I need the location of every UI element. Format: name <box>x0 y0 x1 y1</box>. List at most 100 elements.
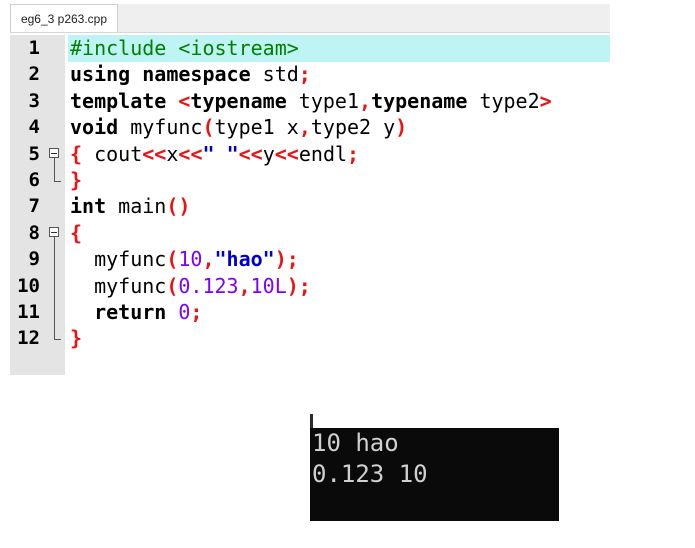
code-token: void <box>70 115 131 140</box>
code-line[interactable]: 4 void myfunc(type1 x,type2 y) <box>10 114 610 141</box>
code-token: , <box>359 88 372 113</box>
code-token: () <box>166 194 191 219</box>
line-number: 12 <box>17 327 40 350</box>
fold-marker <box>48 167 62 194</box>
code-token: < <box>178 88 191 113</box>
code-text[interactable]: { cout<<x<<" "<<y<<endl; <box>68 141 610 168</box>
tab-bar: eg6_3 p263.cpp <box>10 4 610 33</box>
line-number: 3 <box>28 89 40 112</box>
fold-marker <box>48 35 62 62</box>
code-line[interactable]: 2 using namespace std; <box>10 61 610 88</box>
fold-marker <box>48 61 62 88</box>
code-line[interactable]: 7 int main() <box>10 193 610 220</box>
code-token: main <box>118 194 167 219</box>
line-number: 4 <box>28 116 40 139</box>
code-token: } <box>70 168 83 192</box>
code-token: { <box>70 141 83 166</box>
code-token: , <box>298 115 311 140</box>
code-line[interactable]: 5 { cout<<x<<" "<<y<<endl; <box>10 141 610 168</box>
code-token: " " <box>202 141 239 166</box>
code-token: << <box>274 141 299 166</box>
console-line: 0.123 10 <box>312 460 428 488</box>
console-line: 10 hao <box>312 429 399 457</box>
code-text[interactable]: { <box>68 220 610 247</box>
tab-file[interactable]: eg6_3 p263.cpp <box>10 4 118 32</box>
console-body: 10 hao 0.123 10 <box>310 428 559 521</box>
code-line[interactable]: 9 myfunc(10,"hao"); <box>10 246 610 274</box>
code-token: return <box>70 300 179 324</box>
code-token: type1 <box>298 88 360 113</box>
fold-marker <box>48 141 62 168</box>
code-token: << <box>178 141 203 166</box>
code-line[interactable]: 1 #include <iostream> <box>10 35 610 62</box>
code-token: ); <box>286 273 311 298</box>
fold-toggle-icon[interactable] <box>49 147 59 158</box>
code-token: ); <box>274 247 299 272</box>
code-text[interactable]: using namespace std; <box>68 61 610 88</box>
code-token: > <box>539 88 552 113</box>
code-token: std <box>262 62 299 87</box>
fold-toggle-icon[interactable] <box>49 226 59 237</box>
code-token: << <box>238 141 263 166</box>
line-number: 8 <box>28 221 40 244</box>
code-text[interactable]: template <typename type1,typename type2> <box>68 88 610 115</box>
code-token: type1 x <box>214 115 299 140</box>
fold-marker <box>48 272 62 300</box>
code-token: ; <box>298 62 311 87</box>
code-token: << <box>142 141 167 166</box>
code-line[interactable]: 12} <box>10 325 610 352</box>
code-token: ( <box>166 247 179 272</box>
code-token: myfunc <box>130 115 203 140</box>
code-text[interactable]: } <box>68 167 610 194</box>
code-token: typename <box>190 88 299 113</box>
code-token: #include <iostream> <box>70 36 299 60</box>
fold-marker <box>48 193 62 220</box>
line-number: 5 <box>28 142 40 165</box>
code-token: type2 y <box>310 115 396 140</box>
code-token: typename <box>371 88 480 113</box>
code-line[interactable]: 11 return 0; <box>10 299 610 326</box>
fold-marker <box>48 220 62 247</box>
code-text[interactable]: int main() <box>68 193 610 220</box>
fold-marker <box>48 88 62 115</box>
fold-marker <box>48 114 62 141</box>
code-token: 10 <box>178 247 203 272</box>
code-token: ; <box>347 141 360 166</box>
fold-marker <box>48 246 62 274</box>
code-text[interactable]: void myfunc(type1 x,type2 y) <box>68 114 610 141</box>
code-token: x <box>166 141 179 166</box>
line-number: 10 <box>17 274 40 297</box>
code-token: ( <box>202 115 215 140</box>
line-number: 1 <box>28 37 40 59</box>
code-token: 10L <box>250 273 287 298</box>
code-line[interactable]: 3 template <typename type1,typename type2… <box>10 88 610 115</box>
code-token: ) <box>395 115 408 140</box>
code-line[interactable]: 6} <box>10 167 610 194</box>
console-output-window: 10 hao 0.123 10 <box>298 414 559 521</box>
code-token: endl <box>298 141 348 166</box>
code-token: template <box>70 88 179 113</box>
code-token: type2 <box>479 88 540 113</box>
code-text[interactable]: myfunc(0.123,10L); <box>68 273 610 300</box>
line-number: 9 <box>28 248 40 271</box>
code-token: myfunc <box>70 247 167 272</box>
code-text[interactable]: return 0; <box>68 299 610 326</box>
code-token: using namespace <box>70 62 263 87</box>
code-text[interactable]: } <box>68 325 610 352</box>
code-token: 0.123 <box>178 273 239 298</box>
code-token: ; <box>190 300 203 324</box>
code-token: "hao" <box>214 247 275 272</box>
code-token: , <box>202 247 215 272</box>
code-token: } <box>70 326 83 351</box>
code-token: cout <box>82 141 143 166</box>
line-number: 2 <box>28 63 40 86</box>
line-number: 7 <box>28 195 40 218</box>
code-line[interactable]: 10 myfunc(0.123,10L); <box>10 272 610 300</box>
code-token: int <box>70 194 119 219</box>
fold-marker <box>48 325 62 352</box>
code-text[interactable]: myfunc(10,"hao"); <box>68 246 610 273</box>
code-text[interactable]: #include <iostream> <box>68 35 610 62</box>
code-token: 0 <box>178 300 191 324</box>
code-token: myfunc <box>70 273 167 298</box>
code-line[interactable]: 8{ <box>10 220 610 247</box>
